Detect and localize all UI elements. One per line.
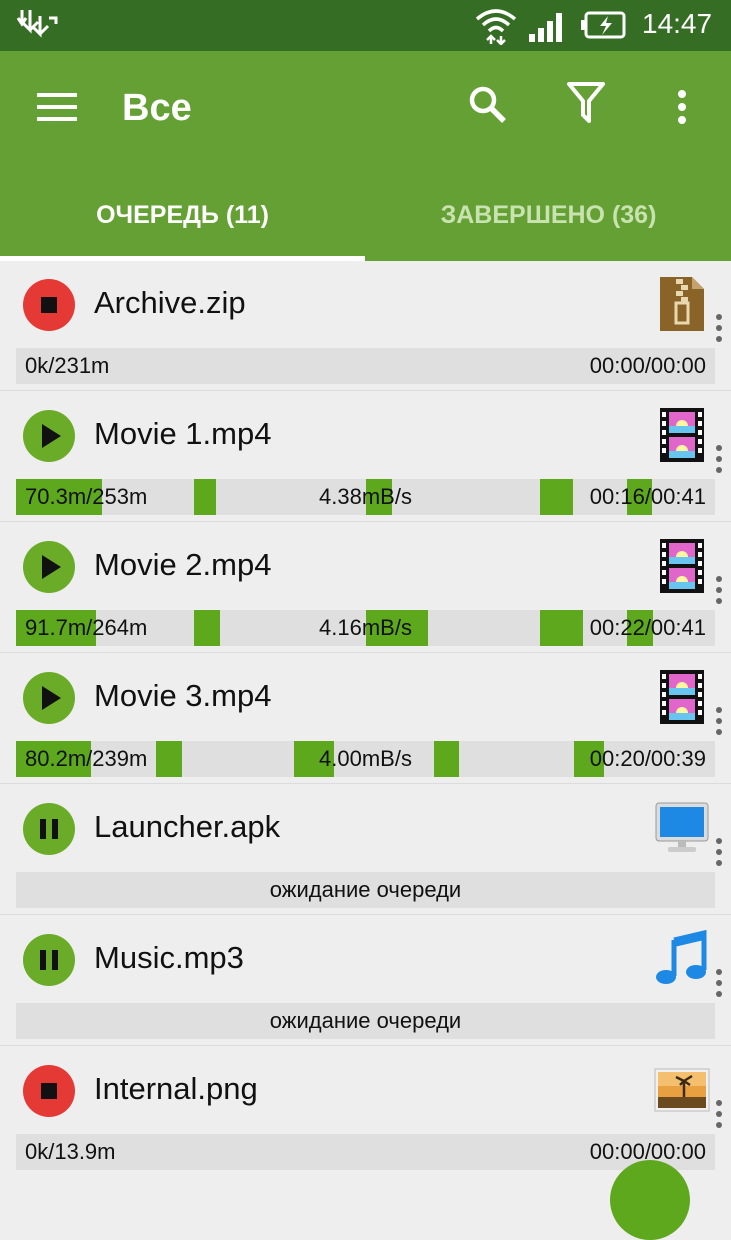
file-name: Launcher.apk: [94, 809, 281, 844]
search-icon: [469, 86, 507, 129]
progress-bar: 70.3m/253m 4.38mB/s 00:16/00:41: [16, 479, 715, 515]
progress-bar: ожидание очереди: [16, 1003, 715, 1039]
battery-charging-icon: [580, 10, 628, 45]
wifi-icon: [474, 5, 518, 50]
tab-queue[interactable]: ОЧЕРЕДЬ (11): [0, 169, 365, 261]
download-item[interactable]: Movie 2.mp4 91.7m/264m 4.16mB/s 00:22/00…: [0, 523, 731, 653]
download-item[interactable]: Internal.png 0k/13.9m 00:00/00:00: [0, 1047, 731, 1170]
item-more-button[interactable]: [712, 968, 726, 998]
video-film-icon: [654, 668, 710, 726]
monitor-icon: [654, 799, 710, 857]
stop-icon: [41, 1083, 57, 1099]
progress-bar: 0k/13.9m 00:00/00:00: [16, 1134, 715, 1170]
overflow-menu-button[interactable]: [660, 79, 704, 139]
pause-icon: [40, 819, 58, 839]
zip-archive-icon: [654, 275, 710, 333]
download-item[interactable]: Movie 3.mp4 80.2m/239m 4.00mB/s 00:20/00…: [0, 654, 731, 784]
download-item[interactable]: Archive.zip 0k/231m 00:00/00:00: [0, 261, 731, 391]
more-vertical-icon: [716, 838, 722, 866]
download-notification-icon: [16, 8, 58, 49]
download-item[interactable]: Music.mp3 ожидание очереди: [0, 916, 731, 1046]
item-more-button[interactable]: [712, 444, 726, 474]
progress-bar: ожидание очереди: [16, 872, 715, 908]
progress-size: 0k/231m: [25, 353, 110, 378]
queue-status: ожидание очереди: [269, 877, 462, 902]
play-button[interactable]: [23, 541, 75, 593]
progress-bar: 91.7m/264m 4.16mB/s 00:22/00:41: [16, 610, 715, 646]
play-icon: [42, 424, 61, 448]
progress-bar: 0k/231m 00:00/00:00: [16, 348, 715, 384]
pause-button[interactable]: [23, 803, 75, 855]
progress-time: 00:20/00:39: [589, 746, 706, 771]
item-more-button[interactable]: [712, 1099, 726, 1129]
signal-icon: [528, 10, 568, 47]
filter-button[interactable]: [556, 75, 616, 135]
item-more-button[interactable]: [712, 575, 726, 605]
search-button[interactable]: [458, 77, 518, 137]
item-more-button[interactable]: [712, 706, 726, 736]
progress-time: 00:22/00:41: [589, 615, 706, 640]
music-note-icon: [654, 929, 710, 988]
progress-time: 00:00/00:00: [589, 353, 706, 378]
progress-bar: 80.2m/239m 4.00mB/s 00:20/00:39: [16, 741, 715, 777]
status-bar: 14:47: [0, 0, 731, 51]
item-more-button[interactable]: [712, 313, 726, 343]
add-download-fab[interactable]: [610, 1160, 690, 1240]
stop-button[interactable]: [23, 1065, 75, 1117]
more-vertical-icon: [716, 969, 722, 997]
progress-size: 0k/13.9m: [25, 1139, 116, 1164]
queue-status: ожидание очереди: [269, 1008, 462, 1033]
play-button[interactable]: [23, 410, 75, 462]
file-name: Movie 3.mp4: [94, 678, 272, 713]
tab-completed-label: ЗАВЕРШЕНО (36): [440, 200, 657, 229]
file-name: Archive.zip: [94, 285, 246, 320]
file-name: Music.mp3: [94, 940, 244, 975]
more-vertical-icon: [716, 707, 722, 735]
more-vertical-icon: [716, 314, 722, 342]
filter-icon: [567, 81, 605, 130]
play-icon: [42, 686, 61, 710]
item-more-button[interactable]: [712, 837, 726, 867]
download-item[interactable]: Movie 1.mp4 70.3m/253m 4.38mB/s 00:16/00…: [0, 392, 731, 522]
tab-completed[interactable]: ЗАВЕРШЕНО (36): [366, 169, 731, 261]
hamburger-menu-icon: [37, 92, 77, 126]
tab-queue-label: ОЧЕРЕДЬ (11): [96, 200, 269, 229]
pause-button[interactable]: [23, 934, 75, 986]
image-icon: [654, 1061, 710, 1119]
stop-icon: [41, 297, 57, 313]
file-name: Movie 2.mp4: [94, 547, 272, 582]
app-bar: Все: [0, 51, 731, 169]
download-item[interactable]: Launcher.apk ожидание очереди: [0, 785, 731, 915]
download-list[interactable]: Archive.zip 0k/231m 00:00/00:00 Movie 1.…: [0, 261, 731, 1170]
progress-time: 00:16/00:41: [589, 484, 706, 509]
play-button[interactable]: [23, 672, 75, 724]
stop-button[interactable]: [23, 279, 75, 331]
file-name: Internal.png: [94, 1071, 258, 1106]
more-vertical-icon: [716, 445, 722, 473]
file-name: Movie 1.mp4: [94, 416, 272, 451]
more-vertical-icon: [716, 576, 722, 604]
pause-icon: [40, 950, 58, 970]
tab-bar: ОЧЕРЕДЬ (11) ЗАВЕРШЕНО (36): [0, 169, 731, 261]
video-film-icon: [654, 537, 710, 595]
status-time: 14:47: [642, 8, 713, 39]
play-icon: [42, 555, 61, 579]
page-title: Все: [122, 87, 192, 129]
more-vertical-icon: [677, 89, 687, 129]
menu-button[interactable]: [22, 79, 92, 139]
more-vertical-icon: [716, 1100, 722, 1128]
video-film-icon: [654, 406, 710, 464]
